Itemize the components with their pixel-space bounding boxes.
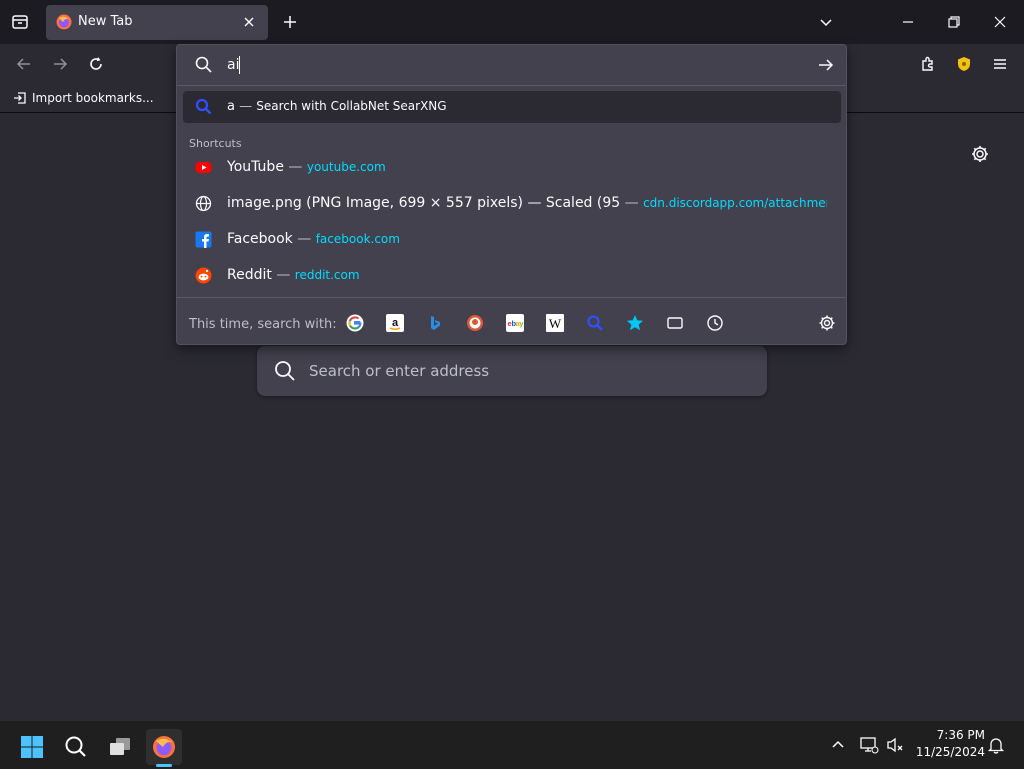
heuristic-result-row[interactable]: a — Search with CollabNet SearXNG	[183, 91, 841, 123]
history-icon[interactable]	[704, 312, 726, 334]
shortcut-row-image[interactable]: image.png (PNG Image, 699 × 557 pixels) …	[183, 187, 841, 221]
shortcut-url: youtube.com	[306, 160, 386, 174]
restore-button[interactable]	[938, 6, 970, 38]
shield-extension-button[interactable]	[948, 48, 980, 80]
search-icon	[274, 360, 296, 382]
newtab-search-box[interactable]: Search or enter address	[257, 346, 767, 396]
list-all-tabs-button[interactable]	[810, 6, 842, 38]
active-app-indicator	[156, 764, 172, 767]
shortcut-title: Reddit	[227, 267, 272, 283]
import-bookmarks-label: Import bookmarks...	[32, 91, 154, 105]
puzzle-icon	[922, 56, 933, 71]
clock-date[interactable]: 11/25/2024	[908, 745, 985, 759]
tab-new-tab[interactable]: New Tab	[46, 5, 268, 40]
bookmarks-icon[interactable]	[624, 312, 646, 334]
urlbar-input-row[interactable]: ai	[177, 45, 846, 86]
hamburger-menu-icon	[994, 59, 1006, 69]
heuristic-action: Search with CollabNet SearXNG	[256, 99, 447, 113]
svg-text:W: W	[549, 316, 562, 331]
shortcut-title: Facebook	[227, 231, 293, 247]
shortcut-title: image.png (PNG Image, 699 × 557 pixels) …	[227, 195, 621, 211]
title-bar: New Tab	[0, 0, 1024, 44]
searxng-icon[interactable]	[584, 312, 606, 334]
go-arrow-icon[interactable]	[817, 56, 835, 74]
minimize-button[interactable]	[892, 6, 924, 38]
shortcut-row-facebook[interactable]: Facebook — facebook.com	[183, 223, 841, 257]
back-arrow-icon	[16, 58, 30, 70]
new-tab-button[interactable]	[274, 6, 306, 38]
shortcut-url: reddit.com	[294, 268, 360, 282]
globe-icon	[195, 195, 212, 212]
import-bookmarks-button[interactable]: Import bookmarks...	[12, 90, 154, 106]
clock-time[interactable]: 7:36 PM	[921, 728, 985, 742]
plus-icon	[284, 16, 296, 28]
tab-title: New Tab	[78, 14, 133, 29]
wikipedia-icon[interactable]: W	[544, 312, 566, 334]
search-icon	[195, 56, 212, 73]
chevron-up-icon[interactable]	[830, 737, 846, 753]
task-view-icon[interactable]	[102, 729, 138, 765]
taskbar-search-icon[interactable]	[58, 729, 94, 765]
duckduckgo-icon[interactable]	[464, 312, 486, 334]
heuristic-query: a	[227, 99, 235, 114]
amazon-icon[interactable]: a	[384, 312, 406, 334]
shortcut-url: cdn.discordapp.com/attachments/12678890.…	[643, 196, 827, 210]
app-menu-button[interactable]	[984, 48, 1016, 80]
minimize-icon	[903, 21, 913, 23]
tabs-icon[interactable]	[664, 312, 686, 334]
google-icon[interactable]	[344, 312, 366, 334]
windows-start-icon[interactable]	[14, 729, 50, 765]
bing-icon[interactable]	[424, 312, 446, 334]
reload-icon	[90, 57, 102, 70]
shortcut-row-youtube[interactable]: YouTube — youtube.com	[183, 151, 841, 185]
forward-arrow-icon	[54, 58, 68, 70]
taskbar: 7:36 PM 11/25/2024	[0, 720, 1024, 769]
extensions-button[interactable]	[912, 48, 944, 80]
ebay-icon[interactable]: ebay	[504, 312, 526, 334]
one-off-search-bar: This time, search with: a ebay W	[177, 297, 846, 346]
import-icon	[14, 92, 26, 104]
separator: —	[276, 267, 291, 283]
reddit-icon	[195, 267, 212, 284]
network-icon[interactable]	[859, 735, 879, 755]
urlbar-results-panel: ai a — Search with CollabNet SearXNG Sho…	[176, 44, 847, 345]
firefox-icon	[153, 736, 175, 758]
close-icon	[994, 16, 1006, 28]
separator: —	[624, 195, 639, 211]
shortcuts-group-label: Shortcuts	[189, 137, 242, 150]
reload-button[interactable]	[80, 48, 112, 80]
one-off-label: This time, search with:	[189, 317, 337, 332]
facebook-icon	[195, 231, 212, 248]
tab-overview-icon[interactable]	[4, 6, 36, 38]
gear-icon[interactable]	[970, 144, 990, 164]
firefox-icon	[56, 14, 72, 30]
searxng-icon	[195, 98, 212, 115]
taskbar-firefox-button[interactable]	[146, 729, 182, 765]
svg-text:y: y	[519, 319, 524, 328]
volume-muted-icon[interactable]	[886, 735, 906, 755]
search-settings-gear-icon[interactable]	[816, 312, 838, 334]
svg-text:a: a	[392, 317, 399, 329]
separator: —	[297, 231, 312, 247]
urlbar-input[interactable]: ai	[227, 57, 239, 73]
youtube-icon	[195, 159, 212, 176]
notifications-bell-icon[interactable]	[987, 735, 1005, 755]
shortcut-row-reddit[interactable]: Reddit — reddit.com	[183, 259, 841, 293]
restore-icon	[948, 16, 960, 28]
separator: —	[288, 159, 303, 175]
newtab-search-placeholder: Search or enter address	[309, 362, 490, 380]
text-caret	[239, 56, 240, 74]
close-window-button[interactable]	[984, 6, 1016, 38]
shortcut-url: facebook.com	[315, 232, 400, 246]
shield-icon	[958, 57, 970, 71]
back-button[interactable]	[8, 48, 40, 80]
forward-button[interactable]	[44, 48, 76, 80]
close-tab-icon[interactable]	[242, 15, 256, 29]
chevron-down-icon	[820, 19, 832, 27]
shortcut-title: YouTube	[227, 159, 284, 175]
separator: —	[239, 99, 253, 114]
